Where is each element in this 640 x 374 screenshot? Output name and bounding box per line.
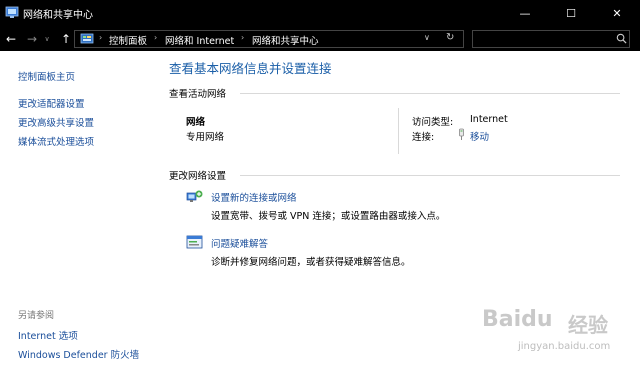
close-button[interactable]: ✕ <box>594 0 640 28</box>
title-bar: 网络和共享中心 — ☐ ✕ <box>0 0 640 28</box>
sidebar-item-control-panel-home[interactable]: 控制面板主页 <box>18 69 75 83</box>
window-title: 网络和共享中心 <box>23 10 93 21</box>
control-panel-icon <box>80 33 94 44</box>
see-also-defender-firewall[interactable]: Windows Defender 防火墙 <box>18 347 139 361</box>
sidebar-item-adapter-settings[interactable]: 更改适配器设置 <box>18 96 85 110</box>
search-icon <box>616 33 627 44</box>
troubleshoot-icon <box>186 235 203 249</box>
see-also-heading: 另请参阅 <box>18 311 55 321</box>
breadcrumb-separator[interactable]: › <box>99 33 102 42</box>
maximize-button[interactable]: ☐ <box>548 0 594 28</box>
network-center-icon <box>5 6 19 18</box>
address-dropdown-icon[interactable]: ∨ <box>424 33 430 42</box>
left-task-pane: 控制面板主页 更改适配器设置 更改高级共享设置 媒体流式处理选项 另请参阅 In… <box>0 51 160 374</box>
network-name: 网络 <box>186 117 206 128</box>
breadcrumb-sharing-center[interactable]: 网络和共享中心 <box>252 33 319 47</box>
access-type-label: 访问类型: <box>412 117 454 128</box>
vertical-divider <box>398 108 399 154</box>
setup-new-connection-desc: 设置宽带、拨号或 VPN 连接；或设置路由器或接入点。 <box>211 211 446 222</box>
watermark-brand: Baidu <box>482 307 553 332</box>
baidu-jingyan-watermark: Baidu 经验 jingyan.baidu.com <box>478 301 628 359</box>
breadcrumb-separator[interactable]: › <box>154 33 157 42</box>
section-divider <box>240 93 620 94</box>
watermark-url: jingyan.baidu.com <box>518 341 611 352</box>
connections-label: 连接: <box>412 132 435 143</box>
breadcrumb-network-internet[interactable]: 网络和 Internet <box>165 33 234 47</box>
minimize-button[interactable]: — <box>502 0 548 28</box>
see-also-internet-options[interactable]: Internet 选项 <box>18 328 78 342</box>
refresh-icon[interactable]: ↻ <box>446 32 454 43</box>
recent-locations-button[interactable]: ∨ <box>42 28 52 51</box>
active-networks-heading: 查看活动网络 <box>169 89 227 100</box>
troubleshoot-desc: 诊断并修复网络问题，或者获得疑难解答信息。 <box>211 257 411 268</box>
section-divider <box>240 175 620 176</box>
back-button[interactable]: ← <box>3 28 19 51</box>
new-connection-icon <box>186 190 203 202</box>
address-bar[interactable]: › 控制面板 › 网络和 Internet › 网络和共享中心 ∨ ↻ <box>74 30 464 48</box>
navigation-bar: ← → ∨ ↑ › 控制面板 › 网络和 Internet › 网络和共享中心 … <box>0 28 640 51</box>
connection-mobile-link[interactable]: 移动 <box>470 129 489 143</box>
network-type: 专用网络 <box>186 132 225 143</box>
sidebar-item-advanced-sharing[interactable]: 更改高级共享设置 <box>18 115 94 129</box>
up-button[interactable]: ↑ <box>58 28 74 51</box>
breadcrumb-control-panel[interactable]: 控制面板 <box>109 33 147 47</box>
sidebar-item-media-streaming[interactable]: 媒体流式处理选项 <box>18 134 94 148</box>
watermark-cn: 经验 <box>568 313 608 337</box>
search-input[interactable] <box>472 30 630 48</box>
cellular-signal-icon <box>459 128 464 140</box>
troubleshoot-link[interactable]: 问题疑难解答 <box>211 236 268 250</box>
setup-new-connection-link[interactable]: 设置新的连接或网络 <box>211 190 297 204</box>
page-title: 查看基本网络信息并设置连接 <box>169 61 332 76</box>
breadcrumb-separator[interactable]: › <box>241 33 244 42</box>
forward-button[interactable]: → <box>24 28 40 51</box>
access-type-value: Internet <box>470 114 508 125</box>
change-settings-heading: 更改网络设置 <box>169 171 227 182</box>
